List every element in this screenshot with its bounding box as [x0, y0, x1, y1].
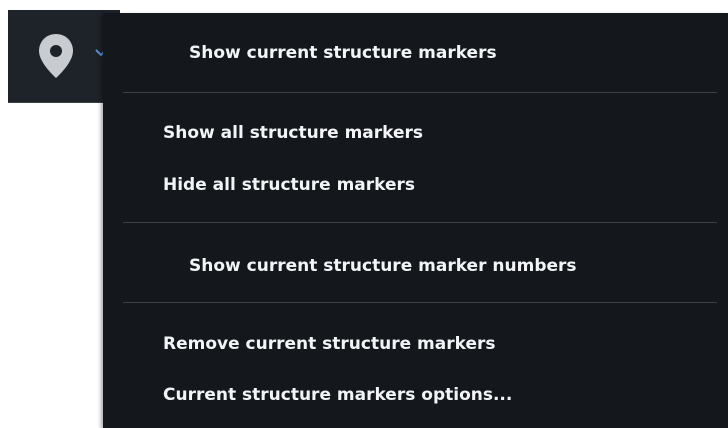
menu-separator	[123, 92, 717, 93]
menu-item-show-current-structure-marker-numbers[interactable]: Show current structure marker numbers	[189, 255, 577, 277]
menu-separator	[123, 222, 717, 223]
menu-item-show-current-structure-markers[interactable]: Show current structure markers	[189, 42, 497, 64]
menu-item-show-all-structure-markers[interactable]: Show all structure markers	[163, 122, 423, 144]
menu-item-hide-all-structure-markers[interactable]: Hide all structure markers	[163, 174, 415, 196]
map-pin-icon	[39, 34, 73, 78]
structure-markers-menu: Show current structure markers Show all …	[103, 13, 728, 428]
menu-item-current-structure-markers-options[interactable]: Current structure markers options...	[163, 384, 512, 406]
menu-item-remove-current-structure-markers[interactable]: Remove current structure markers	[163, 333, 496, 355]
menu-separator	[123, 302, 717, 303]
